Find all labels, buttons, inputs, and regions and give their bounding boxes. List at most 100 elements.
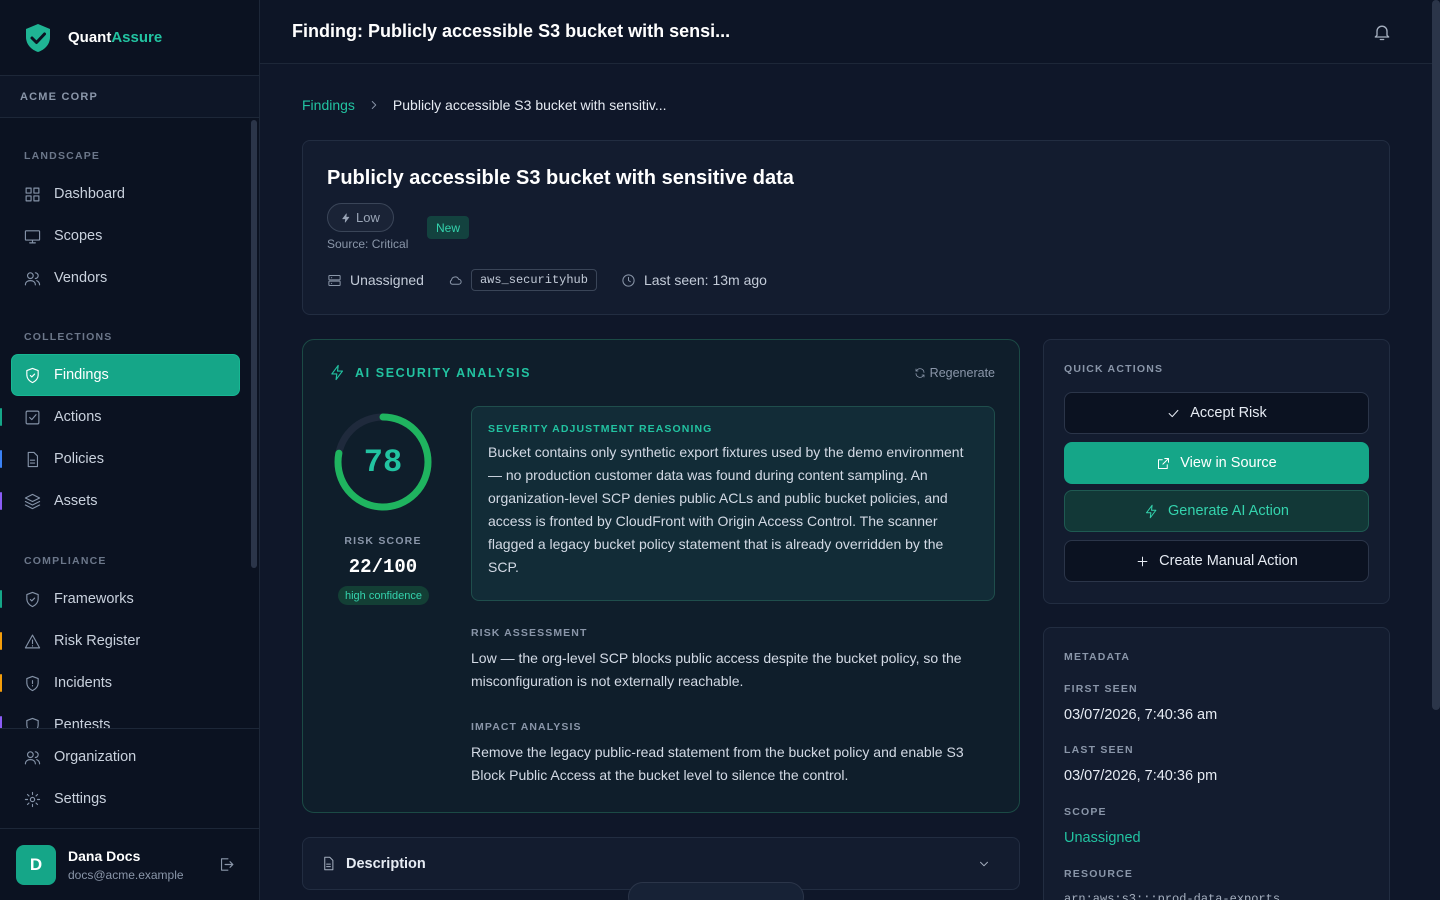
document-icon: [324, 856, 334, 871]
sidebar-item-label: Scopes: [54, 228, 103, 244]
breadcrumb-current: Publicly accessible S3 bucket with sensi…: [392, 97, 667, 113]
chevron-down-icon: [980, 861, 988, 867]
sidebar-bottom-nav: Organization Settings: [0, 728, 259, 828]
top-bar: Finding: Publicly accessible S3 bucket w…: [260, 0, 1440, 64]
external-link-icon: [1158, 457, 1170, 469]
sidebar-item-assets[interactable]: Assets: [0, 481, 239, 521]
integration-chip: aws_securityhub: [470, 269, 597, 291]
metadata-title: METADATA: [1064, 651, 1131, 663]
status-badge[interactable]: New: [427, 216, 470, 239]
first-seen-value: 03/07/2026, 7:40:36 am: [1064, 707, 1218, 723]
regenerate-button[interactable]: Regenerate: [914, 366, 995, 380]
view-in-source-button[interactable]: View in Source: [1064, 442, 1369, 484]
bolt-icon: [342, 213, 350, 222]
page-title: Finding: Publicly accessible S3 bucket w…: [292, 21, 731, 41]
sidebar-item-risk-register[interactable]: Risk Register: [0, 621, 239, 661]
shield-alert-icon: [26, 675, 39, 691]
accept-risk-button[interactable]: Accept Risk: [1064, 392, 1369, 434]
accent-bar: [0, 590, 2, 608]
sidebar-item-label: Vendors: [54, 270, 108, 286]
sidebar-item-actions[interactable]: Actions: [0, 397, 239, 437]
shield-check-icon: [26, 591, 39, 607]
metadata-card: METADATA FIRST SEEN 03/07/2026, 7:40:36 …: [1043, 627, 1390, 900]
org-name[interactable]: ACME CORP: [0, 76, 259, 118]
section-compliance: COMPLIANCE: [24, 555, 107, 567]
last-seen-text: Last seen: 13m ago: [643, 272, 767, 288]
shield-icon: [26, 367, 39, 383]
logout-icon[interactable]: [218, 856, 235, 873]
breadcrumb-findings-link[interactable]: Findings: [302, 97, 355, 113]
sidebar-item-pentests[interactable]: Pentests: [0, 705, 239, 728]
finding-header-card: Publicly accessible S3 bucket with sensi…: [302, 140, 1390, 315]
sidebar-item-organization[interactable]: Organization: [12, 737, 239, 777]
section-collections: COLLECTIONS: [24, 331, 113, 343]
generate-ai-action-label: Generate AI Action: [1168, 503, 1289, 519]
bolt-icon: [331, 364, 344, 381]
ai-score: 78: [363, 443, 403, 481]
chevron-right-icon: [371, 101, 377, 109]
sidebar-item-label: Dashboard: [54, 186, 125, 202]
generate-ai-action-button[interactable]: Generate AI Action: [1064, 490, 1369, 532]
resource-label: RESOURCE: [1064, 868, 1134, 880]
accept-risk-label: Accept Risk: [1190, 405, 1267, 421]
sidebar-item-dashboard[interactable]: Dashboard: [12, 174, 239, 214]
create-manual-action-button[interactable]: Create Manual Action: [1064, 540, 1369, 582]
risk-assessment-block: RISK ASSESSMENT Low — the org-level SCP …: [471, 627, 991, 693]
last-seen-label: LAST SEEN: [1064, 744, 1134, 756]
page-scrollbar[interactable]: [1432, 0, 1440, 710]
brand-logo[interactable]: QuantAssure: [0, 0, 259, 76]
scope-link[interactable]: Unassigned: [1064, 830, 1141, 846]
accent-bar: [0, 450, 2, 468]
bell-icon[interactable]: [1372, 22, 1392, 42]
floating-toolbar[interactable]: [628, 882, 804, 900]
sidebar-item-label: Settings: [54, 791, 107, 807]
accent-bar: [0, 632, 2, 650]
sidebar: QuantAssure ACME CORP LANDSCAPE Dashboar…: [0, 0, 260, 900]
regenerate-label: Regenerate: [929, 366, 995, 380]
user-profile: D Dana Docs docs@acme.example: [0, 828, 259, 900]
clock-icon: [622, 273, 635, 287]
shield-icon: [26, 717, 39, 728]
sidebar-item-label: Incidents: [54, 675, 113, 691]
document-icon: [27, 451, 39, 467]
breadcrumb: Findings Publicly accessible S3 bucket w…: [302, 97, 667, 113]
sidebar-item-label: Findings: [54, 367, 109, 383]
confidence-badge: high confidence: [338, 586, 429, 605]
refresh-icon: [915, 368, 925, 378]
sidebar-item-scopes[interactable]: Scopes: [12, 216, 239, 256]
sidebar-item-policies[interactable]: Policies: [0, 439, 239, 479]
risk-score-label: RISK SCORE: [344, 535, 422, 547]
sidebar-item-frameworks[interactable]: Frameworks: [0, 579, 239, 619]
last-seen-value: 03/07/2026, 7:40:36 pm: [1064, 768, 1218, 784]
sidebar-item-findings[interactable]: Findings: [12, 355, 239, 395]
brand-name: QuantAssure: [68, 29, 163, 46]
impact-analysis-block: IMPACT ANALYSIS Remove the legacy public…: [471, 721, 991, 787]
plus-icon: [1137, 556, 1148, 566]
sidebar-item-label: Assets: [54, 493, 98, 509]
sidebar-scrollbar[interactable]: [251, 120, 257, 568]
shield-logo-icon: [26, 23, 50, 52]
sidebar-item-label: Organization: [54, 749, 137, 765]
sidebar-item-incidents[interactable]: Incidents: [0, 663, 239, 703]
sidebar-nav: LANDSCAPE Dashboard Scopes Vendors COLLE…: [0, 118, 260, 728]
accent-bar: [0, 674, 2, 692]
risk-assessment-label: RISK ASSESSMENT: [471, 627, 588, 639]
assignee-value[interactable]: Unassigned: [350, 272, 424, 288]
risk-assessment-text: Low — the org-level SCP blocks public ac…: [471, 650, 962, 689]
impact-analysis-label: IMPACT ANALYSIS: [471, 721, 582, 733]
ai-analysis-card: AI SECURITY ANALYSIS Regenerate 78 RISK …: [302, 339, 1020, 813]
description-label: Description: [346, 855, 426, 872]
severity-reasoning-text: Bucket contains only synthetic export fi…: [488, 444, 964, 575]
sidebar-item-vendors[interactable]: Vendors: [12, 258, 239, 298]
severity-pill[interactable]: Low: [327, 203, 394, 232]
sidebar-item-settings[interactable]: Settings: [12, 779, 239, 819]
accent-bar: [0, 716, 2, 728]
users-icon: [24, 750, 41, 764]
accent-bar: [0, 408, 2, 426]
accent-bar: [0, 492, 2, 510]
sidebar-item-label: Actions: [54, 409, 102, 425]
bolt-icon: [1146, 504, 1157, 518]
cloud-icon: [449, 275, 462, 285]
avatar[interactable]: D: [16, 844, 56, 885]
impact-analysis-text: Remove the legacy public-read statement …: [471, 744, 964, 783]
